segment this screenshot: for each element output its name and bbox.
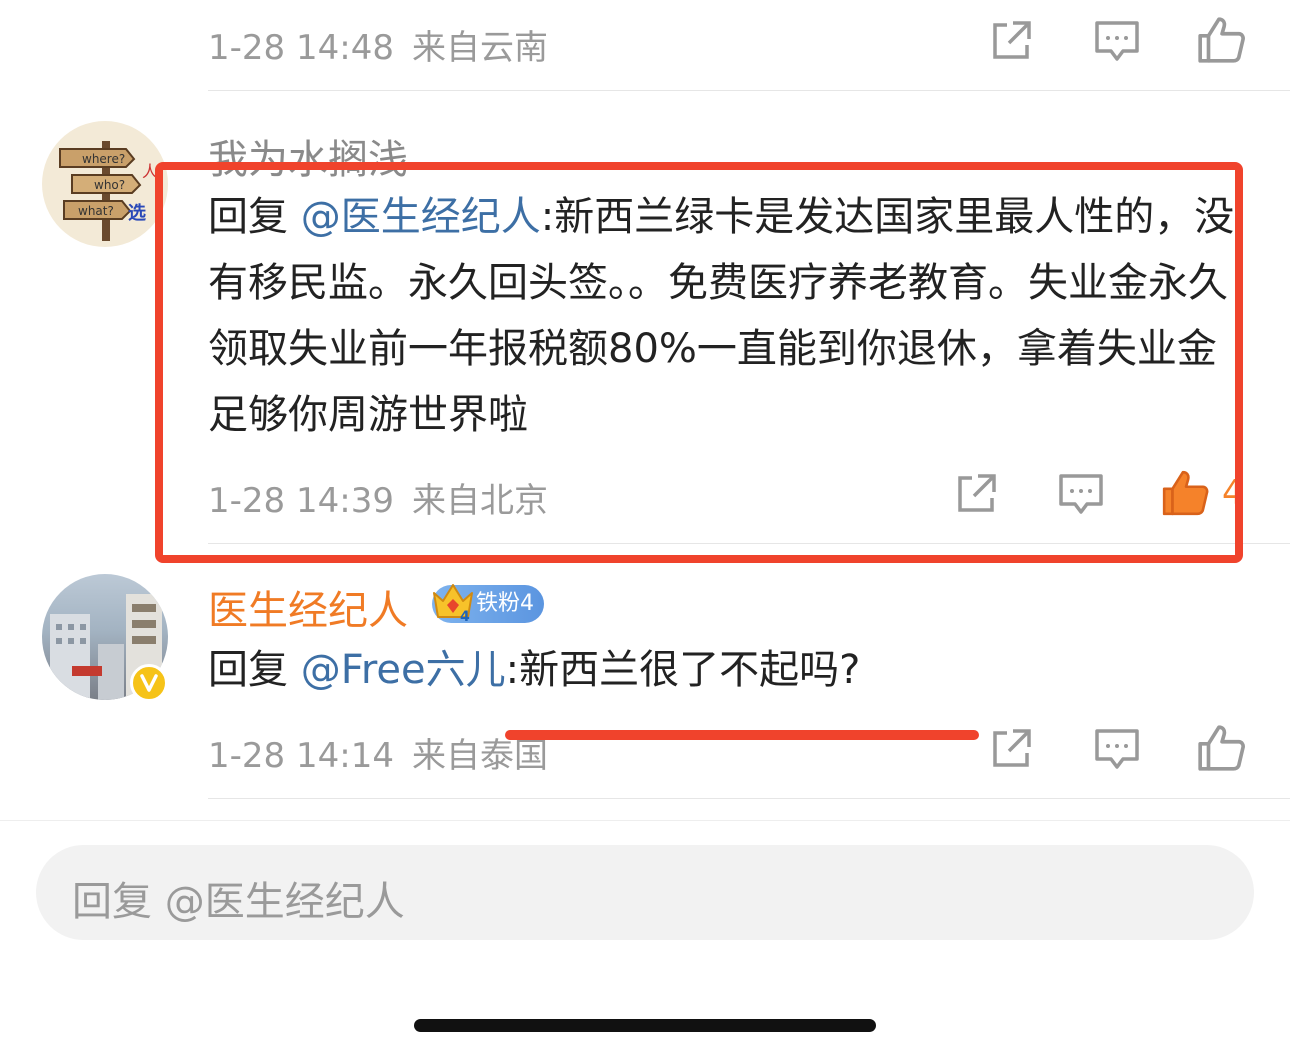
like-icon[interactable] (1196, 723, 1246, 773)
mention-link[interactable]: @Free六儿 (301, 647, 506, 693)
comment-icon[interactable] (1093, 725, 1141, 773)
crown-icon: 4 (430, 579, 476, 625)
comment-username[interactable]: 医生经纪人 (208, 578, 408, 636)
divider (0, 820, 1290, 821)
svg-text:4: 4 (460, 609, 470, 625)
comment-icon[interactable] (1093, 17, 1141, 65)
sign-word: what? (78, 204, 114, 218)
highlight-annotation (155, 162, 1243, 563)
share-icon[interactable] (987, 17, 1035, 65)
comment-meta: 1-28 14:14 来自泰国 (208, 728, 548, 777)
comment-text: :新西兰很了不起吗? (505, 647, 861, 693)
like-icon[interactable] (1196, 15, 1246, 65)
home-indicator[interactable] (414, 1019, 876, 1032)
comment-body: 回复 @Free六儿:新西兰很了不起吗? (208, 637, 1238, 703)
comment-location: 来自云南 (411, 28, 548, 68)
comment-time: 1-28 14:14 (208, 736, 394, 776)
divider (208, 798, 1290, 799)
reply-prefix: 回复 (208, 647, 288, 693)
avatar[interactable]: where? who? what? 人 选 (42, 121, 168, 247)
sign-word: where? (82, 152, 125, 166)
svg-text:选: 选 (128, 203, 146, 224)
share-icon[interactable] (987, 725, 1035, 773)
fan-badge-label: 铁粉4 (476, 591, 534, 616)
comment-time: 1-28 14:48 (208, 28, 394, 68)
fan-badge: 4 铁粉4 (432, 584, 544, 625)
reply-input-placeholder: 回复 @医生经纪人 (72, 879, 405, 925)
divider (208, 90, 1290, 91)
comment-location: 来自泰国 (411, 736, 548, 776)
underline-annotation (505, 730, 979, 740)
verified-icon (130, 664, 168, 702)
sign-word: who? (94, 178, 125, 192)
reply-input[interactable]: 回复 @医生经纪人 (36, 845, 1254, 940)
comment-meta: 1-28 14:48 来自云南 (208, 20, 548, 69)
